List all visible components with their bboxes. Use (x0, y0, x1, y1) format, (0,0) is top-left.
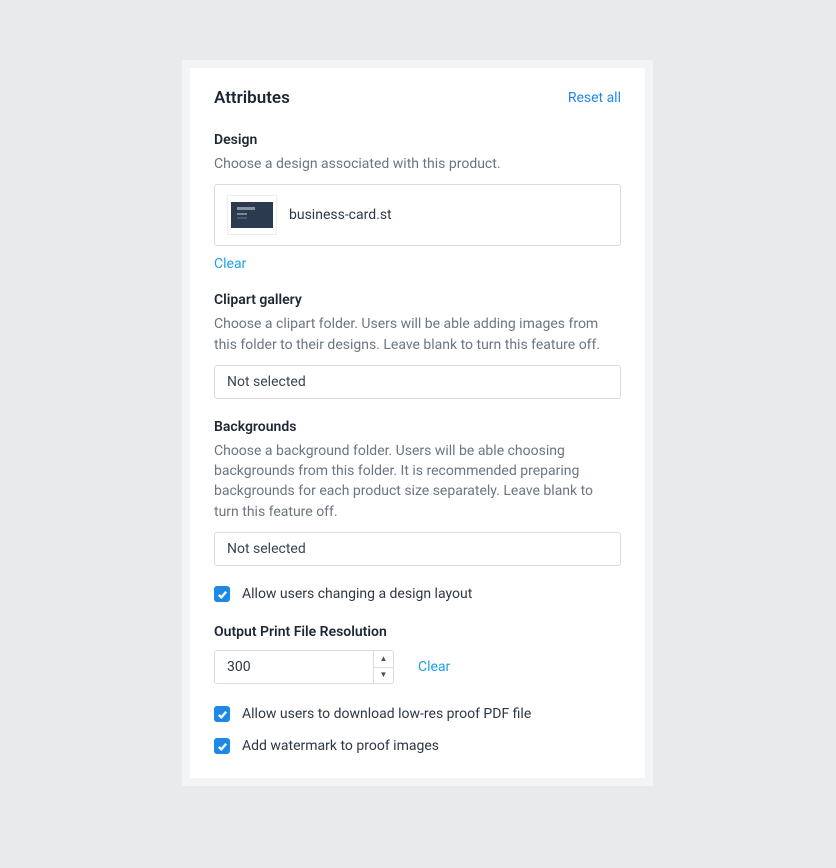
design-selector[interactable]: business-card.st (214, 184, 621, 246)
backgrounds-select[interactable]: Not selected (214, 532, 621, 566)
design-selected-name: business-card.st (289, 207, 392, 223)
resolution-label: Output Print File Resolution (214, 624, 621, 640)
resolution-section: Output Print File Resolution ▲ ▼ Clear (214, 624, 621, 684)
spinner-buttons: ▲ ▼ (373, 651, 393, 683)
watermark-label: Add watermark to proof images (242, 738, 439, 754)
clipart-label: Clipart gallery (214, 292, 621, 308)
resolution-clear-link[interactable]: Clear (418, 659, 450, 675)
watermark-row: Add watermark to proof images (214, 738, 621, 754)
attributes-card: Attributes Reset all Design Choose a des… (182, 60, 653, 786)
panel-header: Attributes Reset all (214, 88, 621, 108)
clipart-description: Choose a clipart folder. Users will be a… (214, 314, 621, 355)
allow-proof-row: Allow users to download low-res proof PD… (214, 706, 621, 722)
backgrounds-description: Choose a background folder. Users will b… (214, 441, 621, 522)
check-icon (217, 589, 228, 600)
panel-title: Attributes (214, 88, 290, 108)
backgrounds-section: Backgrounds Choose a background folder. … (214, 419, 621, 566)
allow-layout-checkbox[interactable] (214, 586, 230, 602)
design-thumbnail (227, 195, 277, 235)
allow-proof-label: Allow users to download low-res proof PD… (242, 706, 531, 722)
design-description: Choose a design associated with this pro… (214, 154, 621, 174)
allow-layout-label: Allow users changing a design layout (242, 586, 472, 602)
allow-layout-row: Allow users changing a design layout (214, 586, 621, 602)
resolution-input[interactable] (215, 651, 373, 683)
spinner-up-button[interactable]: ▲ (374, 651, 393, 667)
check-icon (217, 709, 228, 720)
design-label: Design (214, 132, 621, 148)
design-clear-link[interactable]: Clear (214, 256, 246, 272)
clipart-section: Clipart gallery Choose a clipart folder.… (214, 292, 621, 399)
spinner-down-button[interactable]: ▼ (374, 667, 393, 684)
clipart-select[interactable]: Not selected (214, 365, 621, 399)
reset-all-link[interactable]: Reset all (568, 90, 621, 106)
check-icon (217, 741, 228, 752)
watermark-checkbox[interactable] (214, 738, 230, 754)
design-section: Design Choose a design associated with t… (214, 132, 621, 272)
backgrounds-label: Backgrounds (214, 419, 621, 435)
resolution-spinner: ▲ ▼ (214, 650, 394, 684)
allow-proof-checkbox[interactable] (214, 706, 230, 722)
